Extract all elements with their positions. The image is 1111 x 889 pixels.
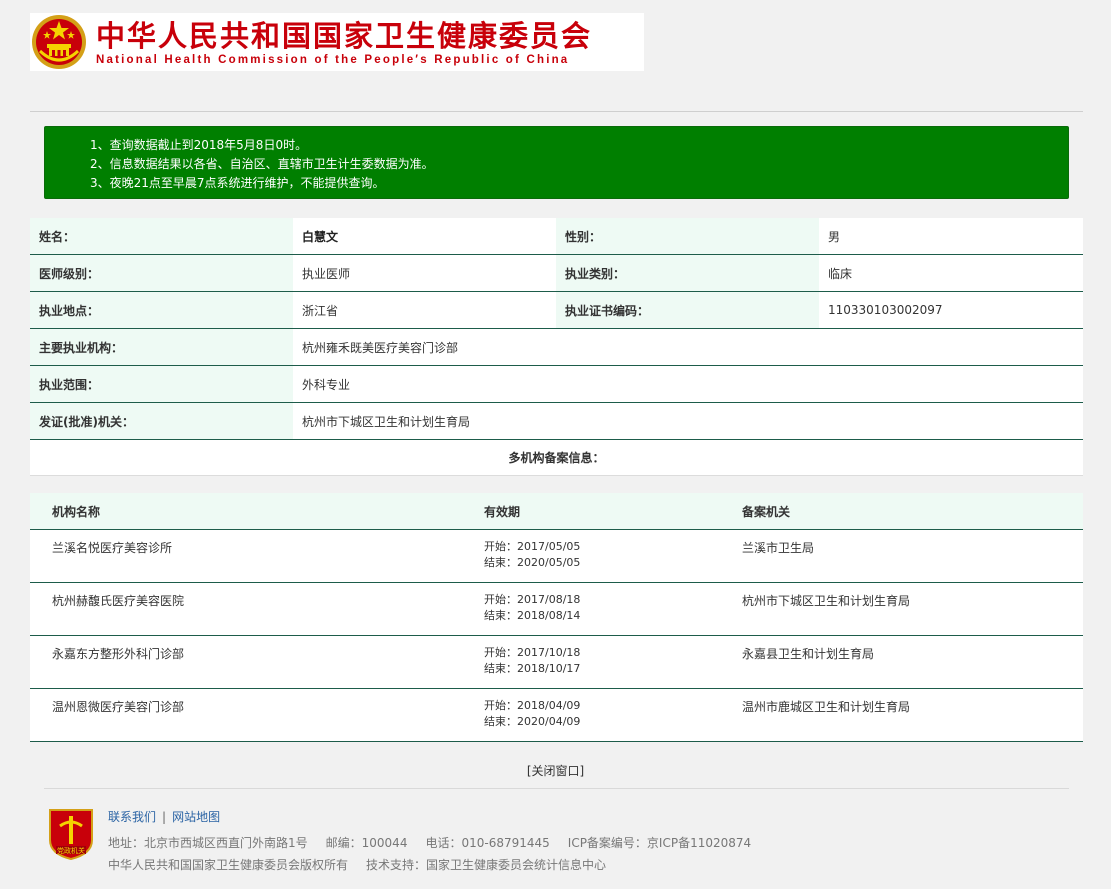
end-date: 结束：2018/08/14 xyxy=(484,609,581,622)
gender-label: 性别： xyxy=(556,218,819,254)
gender-value: 男 xyxy=(819,218,1083,254)
org-name: 杭州赫馥氏医疗美容医院 xyxy=(52,594,185,608)
notice-line: 3、夜晚21点至早晨7点系统进行维护，不能提供查询。 xyxy=(90,176,385,190)
footer-address-line: 地址：北京市西城区西直门外南路1号 邮编：100044 电话：010-6879144… xyxy=(108,834,751,851)
issuer-value: 杭州市下城区卫生和计划生育局 xyxy=(293,403,1083,439)
cert-value: 110330103002097 xyxy=(819,292,1083,328)
footer-copyright: 中华人民共和国国家卫生健康委员会版权所有 xyxy=(108,858,349,872)
col-header-validity: 有效期 xyxy=(484,504,521,519)
contact-us-link[interactable]: 联系我们 xyxy=(108,810,156,824)
footer-address: 地址：北京市西城区西直门外南路1号 xyxy=(108,836,308,850)
col-header-org: 机构名称 xyxy=(52,504,101,519)
info-row: 主要执业机构： 杭州雍禾既美医疗美容门诊部 xyxy=(30,329,1083,366)
multi-org-title: 多机构备案信息： xyxy=(30,440,1083,476)
table-row: 杭州赫馥氏医疗美容医院 开始：2017/08/18 结束：2018/08/14 … xyxy=(30,583,1083,636)
notice-line: 2、信息数据结果以各省、自治区、直辖市卫生计生委数据为准。 xyxy=(90,157,434,171)
category-label: 执业类别： xyxy=(556,255,819,291)
footer-links: 联系我们 | 网站地图 xyxy=(108,808,220,825)
org-label: 主要执业机构： xyxy=(30,329,293,365)
site-title-cn: 中华人民共和国国家卫生健康委员会 xyxy=(96,19,593,53)
close-window-link: [关闭窗口] xyxy=(0,762,1111,779)
footer-copyright-line: 中华人民共和国国家卫生健康委员会版权所有 技术支持：国家卫生健康委员会统计信息中心 xyxy=(108,856,606,873)
footer-phone: 电话：010-68791445 xyxy=(425,836,550,850)
end-date: 结束：2020/04/09 xyxy=(484,715,581,728)
level-value: 执业医师 xyxy=(293,255,556,291)
org-name: 永嘉东方整形外科门诊部 xyxy=(52,647,185,661)
org-authority: 温州市鹿城区卫生和计划生育局 xyxy=(742,700,911,714)
org-name: 温州恩微医疗美容门诊部 xyxy=(52,700,185,714)
name-label: 姓名： xyxy=(30,218,293,254)
org-authority: 永嘉县卫生和计划生育局 xyxy=(742,647,875,661)
table-row: 永嘉东方整形外科门诊部 开始：2017/10/18 结束：2018/10/17 … xyxy=(30,636,1083,689)
start-date: 开始：2017/05/05 xyxy=(484,540,581,553)
table-row: 温州恩微医疗美容门诊部 开始：2018/04/09 结束：2020/04/09 … xyxy=(30,689,1083,742)
org-table-header: 机构名称 有效期 备案机关 xyxy=(30,493,1083,530)
start-date: 开始：2017/10/18 xyxy=(484,646,581,659)
top-divider xyxy=(30,111,1083,112)
party-government-badge-icon[interactable]: 党政机关 xyxy=(44,806,98,861)
location-label: 执业地点： xyxy=(30,292,293,328)
name-value: 白慧文 xyxy=(302,229,339,244)
footer-icp: ICP备案编号：京ICP备11020874 xyxy=(567,836,752,850)
org-authority: 杭州市下城区卫生和计划生育局 xyxy=(742,594,911,608)
notice-box: 1、查询数据截止到2018年5月8日0时。 2、信息数据结果以各省、自治区、直辖… xyxy=(44,126,1069,199)
end-date: 结束：2020/05/05 xyxy=(484,556,581,569)
info-row: 执业范围： 外科专业 xyxy=(30,366,1083,403)
footer-support: 技术支持：国家卫生健康委员会统计信息中心 xyxy=(366,858,607,872)
doctor-info-table: 姓名： 白慧文 性别： 男 医师级别： 执业医师 执业类别： 临床 执业地点： … xyxy=(30,218,1083,440)
national-emblem-icon xyxy=(30,13,88,71)
level-label: 医师级别： xyxy=(30,255,293,291)
col-header-authority: 备案机关 xyxy=(742,504,791,519)
sitemap-link[interactable]: 网站地图 xyxy=(172,810,220,824)
table-row: 兰溪名悦医疗美容诊所 开始：2017/05/05 结束：2020/05/05 兰… xyxy=(30,530,1083,583)
footer-divider xyxy=(44,788,1069,789)
footer-link-separator: | xyxy=(162,810,167,824)
category-value: 临床 xyxy=(819,255,1083,291)
site-title-en: National Health Commission of the People… xyxy=(96,54,570,66)
site-header: 中华人民共和国国家卫生健康委员会 National Health Commiss… xyxy=(30,13,644,71)
org-authority: 兰溪市卫生局 xyxy=(742,541,815,555)
info-row: 发证(批准)机关： 杭州市下城区卫生和计划生育局 xyxy=(30,403,1083,440)
start-date: 开始：2018/04/09 xyxy=(484,699,581,712)
location-value: 浙江省 xyxy=(293,292,556,328)
cert-label: 执业证书编码： xyxy=(556,292,819,328)
footer-postcode: 邮编：100044 xyxy=(325,836,408,850)
scope-value: 外科专业 xyxy=(293,366,1083,402)
issuer-label: 发证(批准)机关： xyxy=(30,403,293,439)
info-row: 医师级别： 执业医师 执业类别： 临床 xyxy=(30,255,1083,292)
badge-text: 党政机关 xyxy=(57,846,85,855)
info-row: 执业地点： 浙江省 执业证书编码： 110330103002097 xyxy=(30,292,1083,329)
org-value: 杭州雍禾既美医疗美容门诊部 xyxy=(293,329,1083,365)
start-date: 开始：2017/08/18 xyxy=(484,593,581,606)
end-date: 结束：2018/10/17 xyxy=(484,662,581,675)
org-record-table: 机构名称 有效期 备案机关 兰溪名悦医疗美容诊所 开始：2017/05/05 结… xyxy=(30,493,1083,742)
close-window-button[interactable]: [关闭窗口] xyxy=(527,764,584,778)
org-name: 兰溪名悦医疗美容诊所 xyxy=(52,541,173,555)
info-row: 姓名： 白慧文 性别： 男 xyxy=(30,218,1083,255)
notice-line: 1、查询数据截止到2018年5月8日0时。 xyxy=(90,138,308,152)
scope-label: 执业范围： xyxy=(30,366,293,402)
